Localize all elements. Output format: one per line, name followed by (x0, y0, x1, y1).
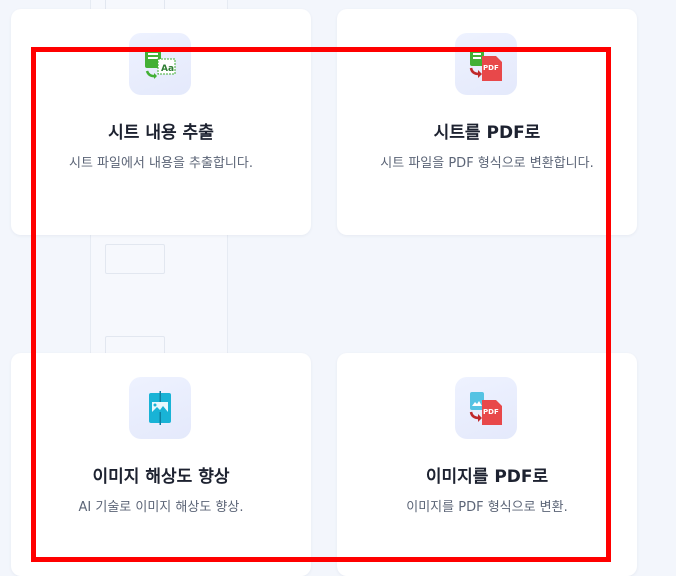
card-title: 이미지 해상도 향상 (92, 467, 230, 487)
extract-icon-text: Aa (161, 64, 174, 74)
icon-tile (129, 377, 191, 439)
card-description: 이미지를 PDF 형식으로 변환. (406, 500, 568, 515)
icon-tile: PDF (455, 377, 517, 439)
background-block (105, 244, 165, 274)
sheet-to-pdf-icon: PDF (469, 48, 502, 81)
tool-card-image-upscale[interactable]: 이미지 해상도 향상 AI 기술로 이미지 해상도 향상. (11, 353, 311, 576)
card-description: 시트 파일에서 내용을 추출합니다. (69, 156, 253, 171)
card-title: 시트를 PDF로 (433, 123, 541, 143)
icon-tile: Aa (129, 33, 191, 95)
card-description: 시트 파일을 PDF 형식으로 변환합니다. (380, 156, 594, 171)
tool-card-sheet-to-pdf[interactable]: PDF 시트를 PDF로 시트 파일을 PDF 형식으로 변환합니다. (337, 9, 637, 235)
card-title: 이미지를 PDF로 (425, 467, 549, 487)
tool-card-image-to-pdf[interactable]: PDF 이미지를 PDF로 이미지를 PDF 형식으로 변환. (337, 353, 637, 576)
card-description: AI 기술로 이미지 해상도 향상. (78, 500, 244, 515)
sheet-extract-icon: Aa (145, 48, 176, 79)
pdf-badge: PDF (483, 408, 499, 416)
image-to-pdf-icon: PDF (469, 392, 502, 425)
card-title: 시트 내용 추출 (108, 123, 214, 143)
pdf-badge: PDF (483, 64, 499, 72)
image-upscale-icon (149, 391, 171, 425)
tool-card-sheet-extract[interactable]: Aa 시트 내용 추출 시트 파일에서 내용을 추출합니다. (11, 9, 311, 235)
icon-tile: PDF (455, 33, 517, 95)
